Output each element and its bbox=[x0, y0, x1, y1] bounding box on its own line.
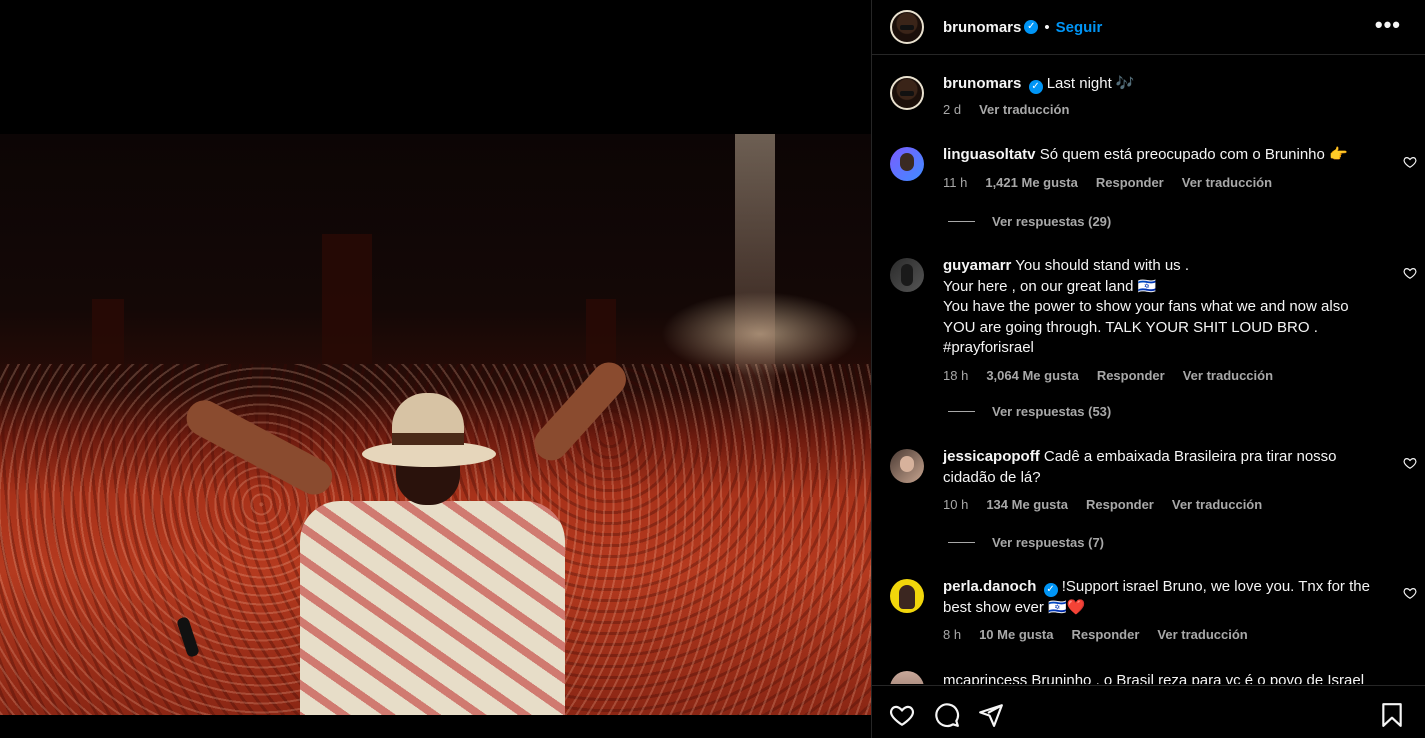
performer bbox=[160, 355, 660, 715]
reply-button[interactable]: Responder bbox=[1072, 625, 1140, 646]
comment-likes[interactable]: 3,064 Me gusta bbox=[986, 366, 1079, 387]
shirt bbox=[300, 501, 565, 715]
share-icon[interactable] bbox=[978, 702, 1004, 728]
translate-link[interactable]: Ver traducción bbox=[979, 100, 1069, 121]
caption-username[interactable]: brunomars bbox=[943, 75, 1021, 92]
verified-icon: ✓ bbox=[1024, 20, 1039, 34]
view-replies[interactable]: Ver respuestas (29) bbox=[948, 214, 1111, 229]
reply-button[interactable]: Responder bbox=[1097, 366, 1165, 387]
comment-username[interactable]: linguasoltatv bbox=[943, 146, 1036, 163]
save-icon[interactable] bbox=[1379, 702, 1405, 728]
verified-icon: ✓ bbox=[1043, 583, 1058, 597]
caption-text: Last night bbox=[1046, 75, 1112, 92]
comment-text-line: #prayforisrael bbox=[943, 339, 1034, 356]
caption-age[interactable]: 2 d bbox=[943, 100, 961, 121]
comment: linguasoltatv Só quem está preocupado co… bbox=[890, 145, 1410, 193]
comment-likes[interactable]: 134 Me gusta bbox=[986, 495, 1068, 516]
view-replies[interactable]: Ver respuestas (53) bbox=[948, 404, 1111, 419]
like-comment-icon[interactable] bbox=[1403, 586, 1417, 600]
post-media bbox=[0, 0, 871, 738]
comment-text-line: !Support israel Bruno, we love you. Tnx … bbox=[1061, 578, 1370, 595]
microphone bbox=[176, 616, 200, 658]
separator-dot: • bbox=[1044, 18, 1050, 36]
more-options-icon[interactable]: ••• bbox=[1375, 12, 1401, 38]
comment-age[interactable]: 11 h bbox=[943, 173, 967, 194]
comment-username[interactable]: guyamarr bbox=[943, 257, 1011, 274]
comment: perla.danoch ✓ !Support israel Bruno, we… bbox=[890, 577, 1410, 646]
concert-photo[interactable] bbox=[0, 134, 871, 715]
comment-text-line: Your here , on our great land 🇮🇱 bbox=[943, 277, 1157, 295]
view-replies-label[interactable]: Ver respuestas (29) bbox=[992, 214, 1111, 229]
replies-line bbox=[948, 542, 975, 543]
music-notes-icon: 🎶 bbox=[1115, 75, 1135, 92]
comment-age[interactable]: 18 h bbox=[943, 366, 968, 387]
action-bar bbox=[872, 685, 1425, 738]
speaker-tower bbox=[322, 234, 372, 364]
translate-link[interactable]: Ver traducción bbox=[1157, 625, 1247, 646]
comment-text-line: cidadão de lá? bbox=[943, 468, 1041, 486]
comment-text-line: You have the power to show your fans wha… bbox=[943, 298, 1349, 315]
comment-text-line: Cadê a embaixada Brasileira pra tirar no… bbox=[1043, 448, 1337, 465]
author-username[interactable]: brunomars bbox=[943, 19, 1021, 36]
comment-avatar[interactable] bbox=[890, 449, 924, 483]
view-replies-label[interactable]: Ver respuestas (7) bbox=[992, 535, 1104, 550]
comment-text-line: YOU are going through. TALK YOUR SHIT LO… bbox=[943, 318, 1318, 336]
caption-avatar[interactable] bbox=[890, 76, 924, 110]
like-comment-icon[interactable] bbox=[1403, 155, 1417, 169]
comment: guyamarr You should stand with us . Your… bbox=[890, 256, 1410, 386]
translate-link[interactable]: Ver traducción bbox=[1182, 173, 1272, 194]
comment-username[interactable]: jessicapopoff bbox=[943, 448, 1040, 465]
like-icon[interactable] bbox=[889, 702, 915, 728]
left-arm bbox=[180, 393, 339, 501]
caption: brunomars ✓ Last night 🎶 2 d Ver traducc… bbox=[890, 74, 1410, 120]
comment-likes[interactable]: 10 Me gusta bbox=[979, 625, 1053, 646]
post-panel: brunomars ✓ • Seguir ••• brunomars ✓ Las… bbox=[871, 0, 1425, 738]
reply-button[interactable]: Responder bbox=[1096, 173, 1164, 194]
comment-avatar[interactable] bbox=[890, 579, 924, 613]
comments-list[interactable]: brunomars ✓ Last night 🎶 2 d Ver traducc… bbox=[872, 56, 1425, 684]
hat-band bbox=[392, 433, 464, 445]
speaker-tower bbox=[92, 299, 124, 374]
head bbox=[396, 461, 460, 505]
translate-link[interactable]: Ver traducción bbox=[1183, 366, 1273, 387]
comment-likes[interactable]: 1,421 Me gusta bbox=[985, 173, 1078, 194]
view-replies[interactable]: Ver respuestas (7) bbox=[948, 535, 1104, 550]
comment-text: Só quem está preocupado com o Bruninho 👉 bbox=[1039, 146, 1348, 163]
verified-icon: ✓ bbox=[1028, 80, 1043, 94]
comment-avatar[interactable] bbox=[890, 147, 924, 181]
reply-button[interactable]: Responder bbox=[1086, 495, 1154, 516]
speaker-tower bbox=[586, 299, 616, 369]
comment: jessicapopoff Cadê a embaixada Brasileir… bbox=[890, 447, 1410, 516]
translate-link[interactable]: Ver traducción bbox=[1172, 495, 1262, 516]
view-replies-label[interactable]: Ver respuestas (53) bbox=[992, 404, 1111, 419]
comment-age[interactable]: 10 h bbox=[943, 495, 968, 516]
comment-age[interactable]: 8 h bbox=[943, 625, 961, 646]
comment-avatar[interactable] bbox=[890, 671, 924, 684]
author-avatar[interactable] bbox=[890, 10, 924, 44]
like-comment-icon[interactable] bbox=[1403, 266, 1417, 280]
follow-button[interactable]: Seguir bbox=[1056, 19, 1103, 36]
replies-line bbox=[948, 411, 975, 412]
comment-avatar[interactable] bbox=[890, 258, 924, 292]
comment-text-line: You should stand with us . bbox=[1015, 257, 1190, 274]
like-comment-icon[interactable] bbox=[1403, 456, 1417, 470]
post-header: brunomars ✓ • Seguir ••• bbox=[872, 0, 1425, 55]
replies-line bbox=[948, 221, 975, 222]
comment-username[interactable]: perla.danoch bbox=[943, 578, 1036, 595]
truncated-comment: mcaprincess Bruninho , o Brasil reza par… bbox=[890, 671, 1410, 684]
comment-icon[interactable] bbox=[934, 702, 960, 728]
comment-text-line: best show ever 🇮🇱❤️ bbox=[943, 598, 1086, 616]
comment-text: mcaprincess Bruninho , o Brasil reza par… bbox=[943, 672, 1365, 684]
